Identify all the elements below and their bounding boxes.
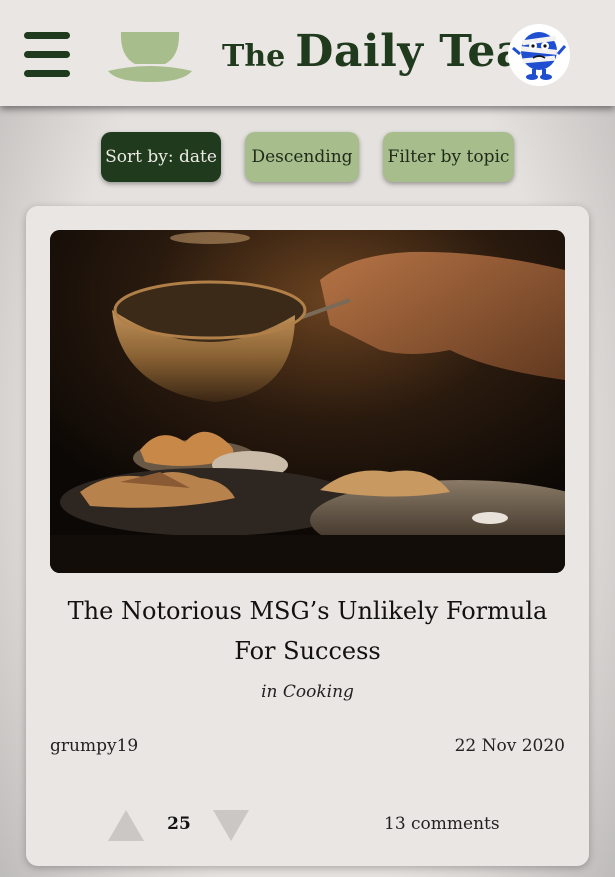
avatar-character-icon: [512, 32, 567, 80]
descending-order-button[interactable]: Descending: [245, 132, 359, 182]
vote-count: 25: [167, 814, 191, 834]
sort-filter-toolbar: Sort by: date Descending Filter by topic: [0, 132, 615, 182]
user-avatar[interactable]: [508, 24, 570, 86]
app-header: The Daily Tea: [0, 0, 615, 106]
post-date: 22 Nov 2020: [454, 736, 565, 756]
sort-by-date-button[interactable]: Sort by: date: [101, 132, 221, 182]
topic-link[interactable]: Cooking: [283, 682, 354, 702]
post-card[interactable]: The Notorious MSG’s Unlikely Formula For…: [26, 206, 589, 866]
post-title[interactable]: The Notorious MSG’s Unlikely Formula For…: [50, 591, 565, 671]
cooking-photo: [50, 230, 565, 573]
post-image[interactable]: [50, 230, 565, 573]
upvote-arrow-icon[interactable]: [108, 810, 144, 841]
teacup-logo-icon[interactable]: [107, 30, 193, 84]
site-title-the: The: [222, 39, 286, 74]
filter-by-topic-button[interactable]: Filter by topic: [383, 132, 514, 182]
site-title[interactable]: The Daily Tea: [222, 26, 525, 86]
site-title-name: Daily Tea: [295, 26, 525, 77]
downvote-arrow-icon[interactable]: [213, 810, 249, 841]
post-topic: in Cooking: [26, 682, 589, 702]
post-author[interactable]: grumpy19: [50, 736, 138, 756]
comments-link[interactable]: 13 comments: [384, 814, 500, 834]
hamburger-menu-icon[interactable]: [24, 32, 70, 78]
topic-prefix: in: [261, 682, 278, 702]
